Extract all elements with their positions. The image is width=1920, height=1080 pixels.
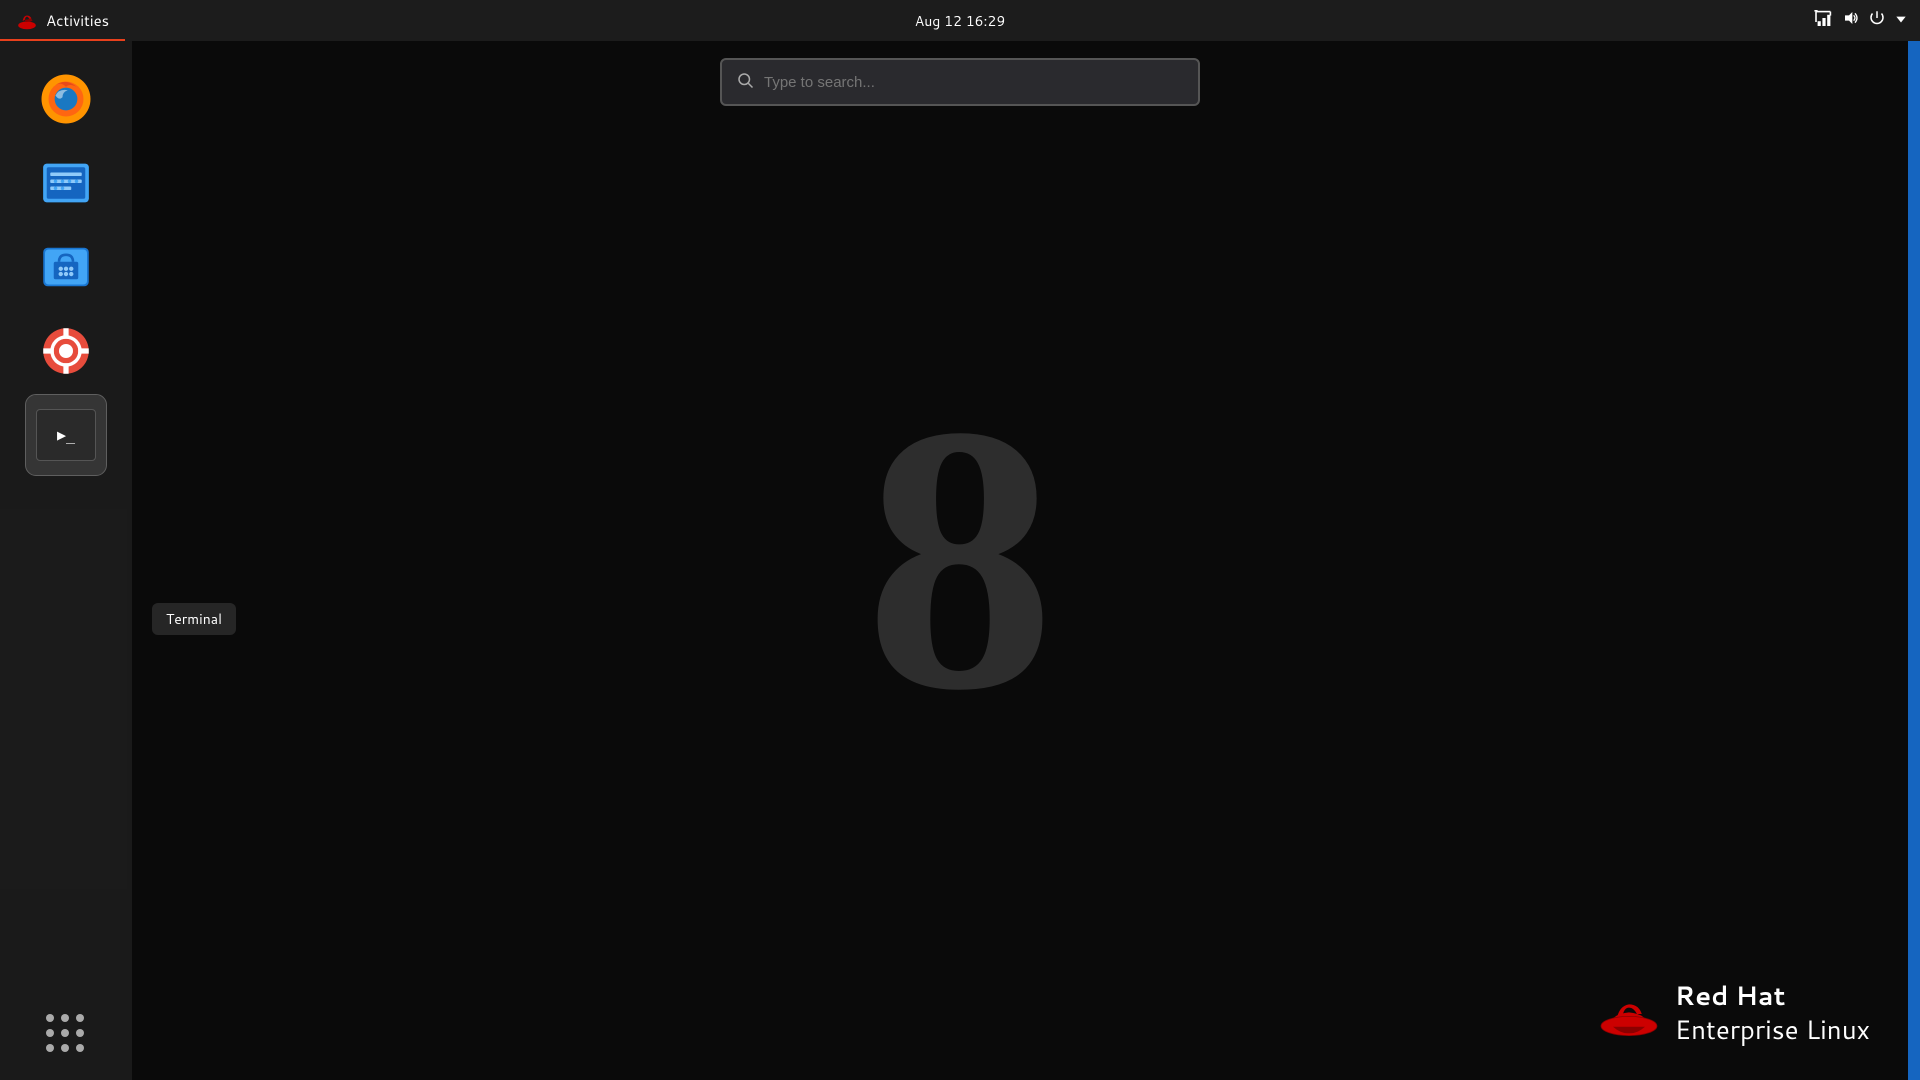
topbar-menu-icon[interactable]: [1894, 9, 1908, 32]
redhat-branding: Red Hat Enterprise Linux: [1597, 980, 1870, 1048]
redhat-icon: [16, 10, 38, 32]
power-icon[interactable]: [1868, 9, 1886, 33]
search-container: [720, 58, 1200, 106]
files-icon: [38, 155, 94, 211]
search-icon: [736, 69, 754, 95]
redhat-text: Red Hat Enterprise Linux: [1675, 980, 1870, 1048]
dock-item-help[interactable]: [26, 311, 106, 391]
dock-item-software[interactable]: [26, 227, 106, 307]
software-icon: [38, 239, 94, 295]
dock-item-files[interactable]: [26, 143, 106, 223]
search-box[interactable]: [720, 58, 1200, 106]
dock-item-firefox[interactable]: [26, 59, 106, 139]
topbar: Activities Aug 12 16:29: [0, 0, 1920, 41]
volume-icon[interactable]: [1842, 9, 1860, 32]
help-icon: [38, 323, 94, 379]
terminal-icon: ▶_: [36, 409, 96, 461]
topbar-right-icons: [1802, 9, 1920, 33]
bg-rhel-logo: 8: [865, 369, 1055, 749]
activities-label: Activities: [46, 10, 109, 31]
dock: ▶_: [0, 41, 132, 1080]
show-applications-button[interactable]: [26, 1004, 106, 1064]
redhat-hat-logo: [1597, 982, 1661, 1046]
right-panel-strip: [1908, 41, 1920, 1080]
activities-button[interactable]: Activities: [0, 0, 125, 41]
network-icon[interactable]: [1814, 9, 1834, 32]
dock-item-terminal[interactable]: ▶_: [26, 395, 106, 475]
grid-dots-icon: [46, 1014, 86, 1054]
firefox-icon: [38, 71, 94, 127]
search-input[interactable]: [764, 74, 1184, 91]
clock: Aug 12 16:29: [915, 11, 1005, 31]
